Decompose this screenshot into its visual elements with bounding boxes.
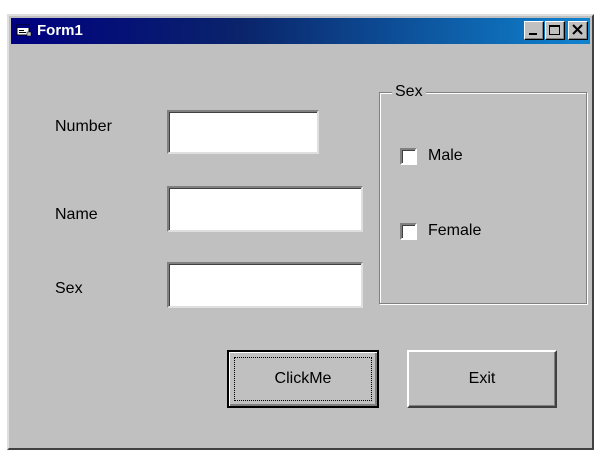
male-checkbox[interactable] <box>400 148 417 165</box>
number-field[interactable] <box>167 110 319 154</box>
clickme-button[interactable]: ClickMe <box>227 350 379 408</box>
window-title: Form1 <box>37 22 83 39</box>
maximize-icon <box>549 25 560 35</box>
form1-window: Form1 Number Name Sex Sex Male Female Cl… <box>7 14 594 450</box>
minimize-icon <box>529 33 537 35</box>
close-button[interactable] <box>568 21 588 40</box>
female-checkbox-label[interactable]: Female <box>428 222 481 240</box>
sex-field[interactable] <box>167 262 363 308</box>
female-checkbox[interactable] <box>400 223 417 240</box>
name-field[interactable] <box>167 186 363 232</box>
name-label: Name <box>55 206 98 223</box>
exit-button[interactable]: Exit <box>407 350 557 408</box>
title-bar[interactable]: Form1 <box>11 18 590 44</box>
maximize-button[interactable] <box>545 21 565 40</box>
clickme-button-label: ClickMe <box>274 370 332 387</box>
sex-groupbox: Sex Male Female <box>379 83 587 304</box>
form-app-icon <box>16 24 32 37</box>
sex-group-legend: Sex <box>392 83 426 101</box>
minimize-button[interactable] <box>524 21 544 40</box>
sex-label: Sex <box>55 280 83 297</box>
exit-button-label: Exit <box>468 370 496 387</box>
male-checkbox-label[interactable]: Male <box>428 147 463 165</box>
number-label: Number <box>55 118 112 135</box>
close-icon <box>572 24 583 35</box>
